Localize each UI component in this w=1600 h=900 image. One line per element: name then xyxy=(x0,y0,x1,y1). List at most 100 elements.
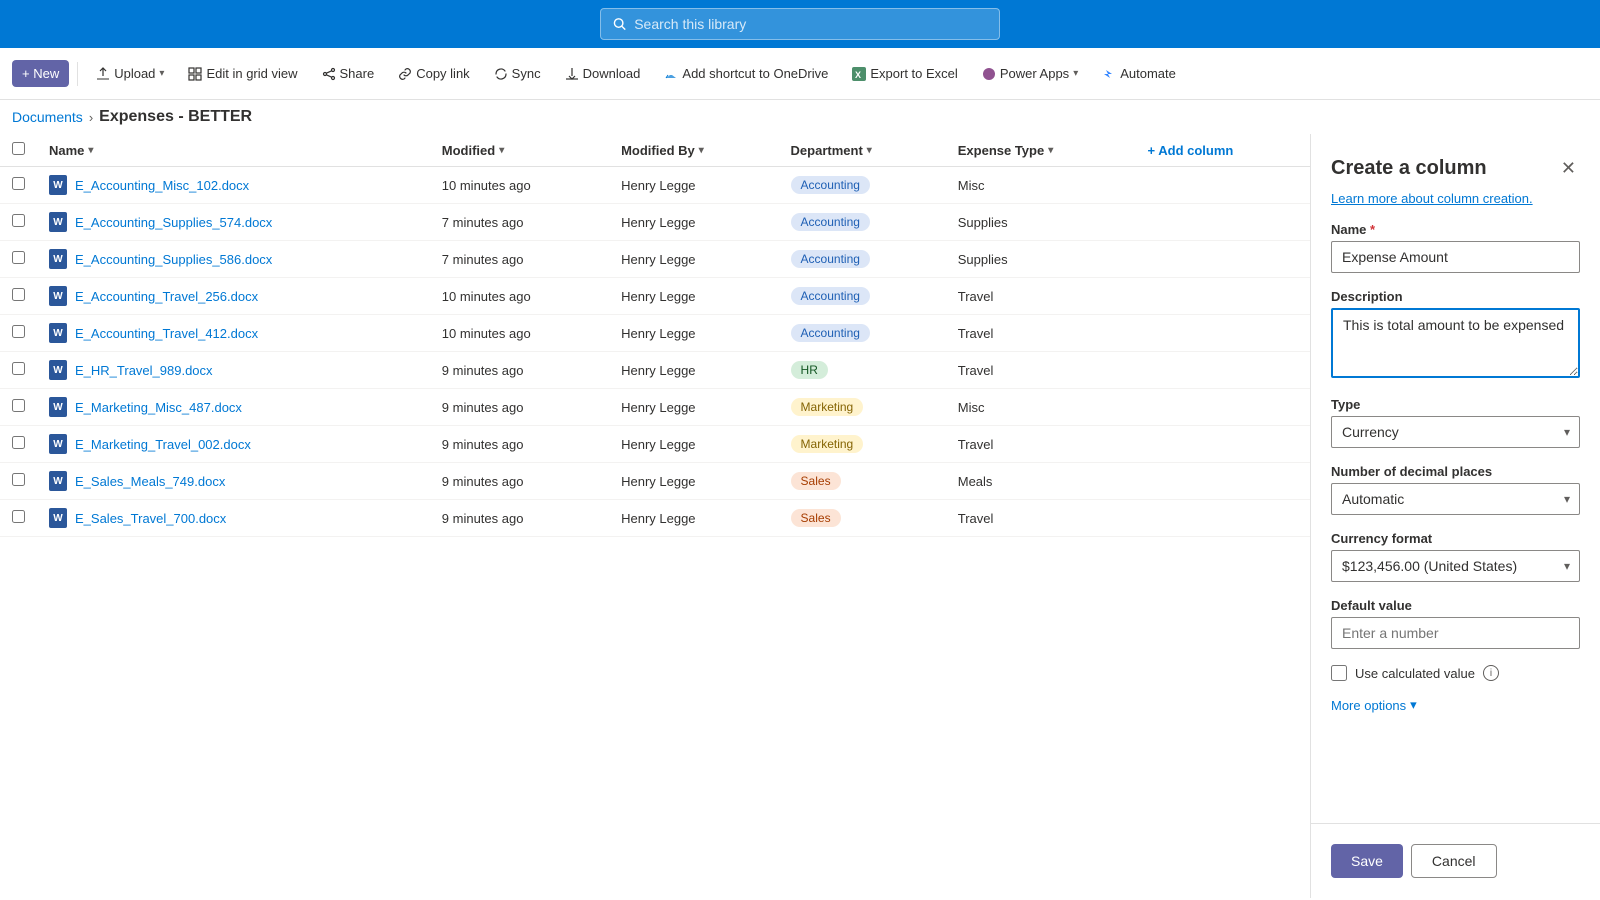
row-checkbox-cell xyxy=(0,500,37,537)
power-apps-button[interactable]: Power Apps ▾ xyxy=(972,60,1088,87)
row-checkbox[interactable] xyxy=(12,251,25,264)
file-name[interactable]: E_Marketing_Travel_002.docx xyxy=(75,437,251,452)
doc-icon xyxy=(49,323,67,343)
panel-body: Name * Description This is total amount … xyxy=(1311,222,1600,823)
type-select[interactable]: Currency Single line of text Multiple li… xyxy=(1331,416,1580,448)
row-checkbox[interactable] xyxy=(12,510,25,523)
row-expense-type-cell: Travel xyxy=(946,278,1136,315)
row-name-cell: E_Accounting_Travel_412.docx xyxy=(37,315,430,352)
currency-format-group: Currency format $123,456.00 (United Stat… xyxy=(1331,531,1580,582)
modified-by-sort-icon[interactable]: ▾ xyxy=(699,145,704,156)
decimal-select[interactable]: Automatic 0 1 2 3 4 5 xyxy=(1331,483,1580,515)
department-badge: Accounting xyxy=(791,324,870,342)
table-row[interactable]: E_Sales_Travel_700.docx 9 minutes ago He… xyxy=(0,500,1310,537)
file-name[interactable]: E_Accounting_Travel_256.docx xyxy=(75,289,258,304)
file-name[interactable]: E_Accounting_Travel_412.docx xyxy=(75,326,258,341)
expense-sort-icon[interactable]: ▾ xyxy=(1048,145,1053,156)
table-row[interactable]: E_Marketing_Misc_487.docx 9 minutes ago … xyxy=(0,389,1310,426)
name-sort-icon[interactable]: ▾ xyxy=(88,145,93,156)
row-modified-cell: 10 minutes ago xyxy=(430,315,609,352)
row-modified-cell: 10 minutes ago xyxy=(430,167,609,204)
row-department-cell: Marketing xyxy=(779,389,946,426)
doc-icon xyxy=(49,286,67,306)
dept-sort-icon[interactable]: ▾ xyxy=(867,145,872,156)
table-row[interactable]: E_Accounting_Travel_412.docx 10 minutes … xyxy=(0,315,1310,352)
row-checkbox[interactable] xyxy=(12,177,25,190)
more-options-toggle[interactable]: More options ▾ xyxy=(1331,697,1580,713)
table-row[interactable]: E_Accounting_Travel_256.docx 10 minutes … xyxy=(0,278,1310,315)
file-name[interactable]: E_Sales_Meals_749.docx xyxy=(75,474,225,489)
panel-close-button[interactable]: ✕ xyxy=(1557,154,1580,183)
main-layout: Name ▾ Modified ▾ Modified By ▾ xyxy=(0,134,1600,898)
row-checkbox[interactable] xyxy=(12,362,25,375)
name-input[interactable] xyxy=(1331,241,1580,273)
save-button[interactable]: Save xyxy=(1331,844,1403,878)
row-department-cell: Accounting xyxy=(779,315,946,352)
row-checkbox-cell xyxy=(0,315,37,352)
default-value-input[interactable] xyxy=(1331,617,1580,649)
file-name[interactable]: E_Accounting_Supplies_574.docx xyxy=(75,215,272,230)
col-add-column[interactable]: + Add column xyxy=(1136,134,1310,167)
col-department: Department ▾ xyxy=(779,134,946,167)
search-box[interactable] xyxy=(600,8,1000,40)
row-modified-cell: 9 minutes ago xyxy=(430,426,609,463)
breadcrumb: Documents › Expenses - BETTER xyxy=(0,100,1600,134)
row-checkbox[interactable] xyxy=(12,436,25,449)
row-checkbox[interactable] xyxy=(12,473,25,486)
file-name[interactable]: E_Accounting_Supplies_586.docx xyxy=(75,252,272,267)
row-department-cell: HR xyxy=(779,352,946,389)
row-department-cell: Accounting xyxy=(779,204,946,241)
calculated-value-info-icon[interactable]: i xyxy=(1483,665,1499,681)
name-required-marker: * xyxy=(1370,222,1375,237)
file-name[interactable]: E_Marketing_Misc_487.docx xyxy=(75,400,242,415)
modified-sort-icon[interactable]: ▾ xyxy=(499,145,504,156)
select-all-checkbox[interactable] xyxy=(12,142,25,155)
automate-button[interactable]: Automate xyxy=(1092,60,1186,87)
col-checkbox xyxy=(0,134,37,167)
row-extra-cell xyxy=(1136,463,1310,500)
panel-footer: Save Cancel xyxy=(1311,823,1600,898)
row-expense-type-cell: Travel xyxy=(946,315,1136,352)
copy-link-button[interactable]: Copy link xyxy=(388,60,479,87)
download-button[interactable]: Download xyxy=(555,60,651,87)
table-row[interactable]: E_HR_Travel_989.docx 9 minutes ago Henry… xyxy=(0,352,1310,389)
calculated-value-checkbox[interactable] xyxy=(1331,665,1347,681)
share-button[interactable]: Share xyxy=(312,60,385,87)
file-name[interactable]: E_Accounting_Misc_102.docx xyxy=(75,178,249,193)
file-name[interactable]: E_Sales_Travel_700.docx xyxy=(75,511,226,526)
row-department-cell: Sales xyxy=(779,500,946,537)
row-modified-cell: 9 minutes ago xyxy=(430,389,609,426)
file-table: Name ▾ Modified ▾ Modified By ▾ xyxy=(0,134,1310,537)
doc-icon xyxy=(49,249,67,269)
currency-format-select[interactable]: $123,456.00 (United States) €123,456.00 … xyxy=(1331,550,1580,582)
row-checkbox[interactable] xyxy=(12,288,25,301)
row-department-cell: Marketing xyxy=(779,426,946,463)
row-checkbox-cell xyxy=(0,204,37,241)
cancel-button[interactable]: Cancel xyxy=(1411,844,1497,878)
row-checkbox[interactable] xyxy=(12,325,25,338)
sync-button[interactable]: Sync xyxy=(484,60,551,87)
row-checkbox[interactable] xyxy=(12,214,25,227)
edit-grid-button[interactable]: Edit in grid view xyxy=(178,60,307,87)
row-checkbox[interactable] xyxy=(12,399,25,412)
upload-button[interactable]: Upload ▾ xyxy=(86,60,174,87)
breadcrumb-parent[interactable]: Documents xyxy=(12,109,83,125)
table-row[interactable]: E_Sales_Meals_749.docx 9 minutes ago Hen… xyxy=(0,463,1310,500)
table-row[interactable]: E_Marketing_Travel_002.docx 9 minutes ag… xyxy=(0,426,1310,463)
type-label: Type xyxy=(1331,397,1580,412)
type-select-wrap: Currency Single line of text Multiple li… xyxy=(1331,416,1580,448)
top-bar xyxy=(0,0,1600,48)
description-textarea[interactable]: This is total amount to be expensed xyxy=(1331,308,1580,378)
row-department-cell: Sales xyxy=(779,463,946,500)
department-badge: Marketing xyxy=(791,398,864,416)
description-field-group: Description This is total amount to be e… xyxy=(1331,289,1580,381)
file-name[interactable]: E_HR_Travel_989.docx xyxy=(75,363,213,378)
table-row[interactable]: E_Accounting_Misc_102.docx 10 minutes ag… xyxy=(0,167,1310,204)
table-row[interactable]: E_Accounting_Supplies_586.docx 7 minutes… xyxy=(0,241,1310,278)
search-input[interactable] xyxy=(634,16,987,32)
table-row[interactable]: E_Accounting_Supplies_574.docx 7 minutes… xyxy=(0,204,1310,241)
export-excel-button[interactable]: X Export to Excel xyxy=(842,60,967,87)
panel-learn-more-link[interactable]: Learn more about column creation. xyxy=(1311,191,1600,222)
add-shortcut-button[interactable]: Add shortcut to OneDrive xyxy=(654,60,838,87)
new-button[interactable]: + New xyxy=(12,60,69,87)
